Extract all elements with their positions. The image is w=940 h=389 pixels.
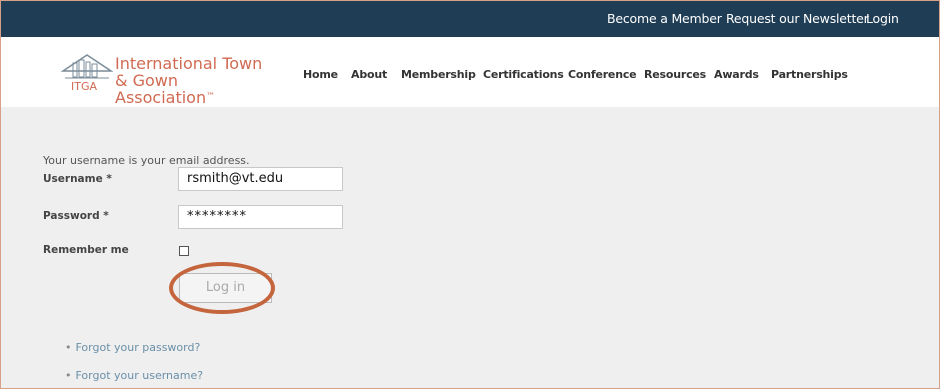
logo-line-1: International Town — [115, 54, 263, 73]
list-item: • Forgot your password? — [65, 341, 203, 369]
nav-partnerships[interactable]: Partnerships — [771, 67, 848, 83]
nav-awards[interactable]: Awards — [714, 67, 759, 83]
username-hint: Your username is your email address. — [43, 154, 250, 167]
help-links: • Forgot your password? • Forgot your user… — [65, 341, 204, 388]
forgot-username-link[interactable]: Forgot your username? — [76, 369, 204, 382]
newsletter-link[interactable]: Request our Newsletter — [726, 1, 869, 37]
itga-logo[interactable]: ITGA International Town & Gown Associati… — [61, 51, 281, 106]
nav-home[interactable]: Home — [303, 67, 338, 83]
logo-trademark: ™ — [206, 92, 216, 102]
itga-logo-icon: ITGA — [61, 54, 113, 93]
login-form-area: Your username is your email address. Use… — [1, 107, 939, 388]
nav-certifications[interactable]: Certifications — [483, 67, 564, 83]
bullet-icon: • — [65, 369, 72, 382]
nav-about[interactable]: About — [351, 67, 387, 83]
list-item: • Forgot your username? — [65, 369, 204, 388]
page-frame: Become a Member Request our Newsletter L… — [0, 0, 940, 389]
logo-text: International Town & Gown Association™ — [115, 55, 281, 106]
remember-me-label: Remember me — [43, 244, 129, 256]
nav-resources[interactable]: Resources — [644, 67, 706, 83]
nav-membership[interactable]: Membership — [401, 67, 476, 83]
password-label: Password * — [43, 210, 109, 222]
nav-conference[interactable]: Conference — [568, 67, 637, 83]
username-input[interactable]: rsmith@vt.edu — [178, 167, 343, 191]
forgot-password-link[interactable]: Forgot your password? — [76, 341, 201, 354]
login-link[interactable]: Login — [866, 1, 899, 37]
become-member-link[interactable]: Become a Member — [607, 1, 722, 37]
top-bar: Become a Member Request our Newsletter L… — [1, 1, 939, 37]
password-input[interactable]: ******** — [178, 205, 343, 229]
site-header: ITGA International Town & Gown Associati… — [1, 37, 939, 107]
username-label: Username * — [43, 173, 112, 185]
remember-me-checkbox[interactable] — [179, 246, 189, 256]
logo-line-2: & Gown Association — [115, 71, 207, 107]
login-button[interactable]: Log in — [179, 273, 272, 303]
logo-abbr: ITGA — [71, 80, 97, 93]
bullet-icon: • — [65, 341, 72, 354]
